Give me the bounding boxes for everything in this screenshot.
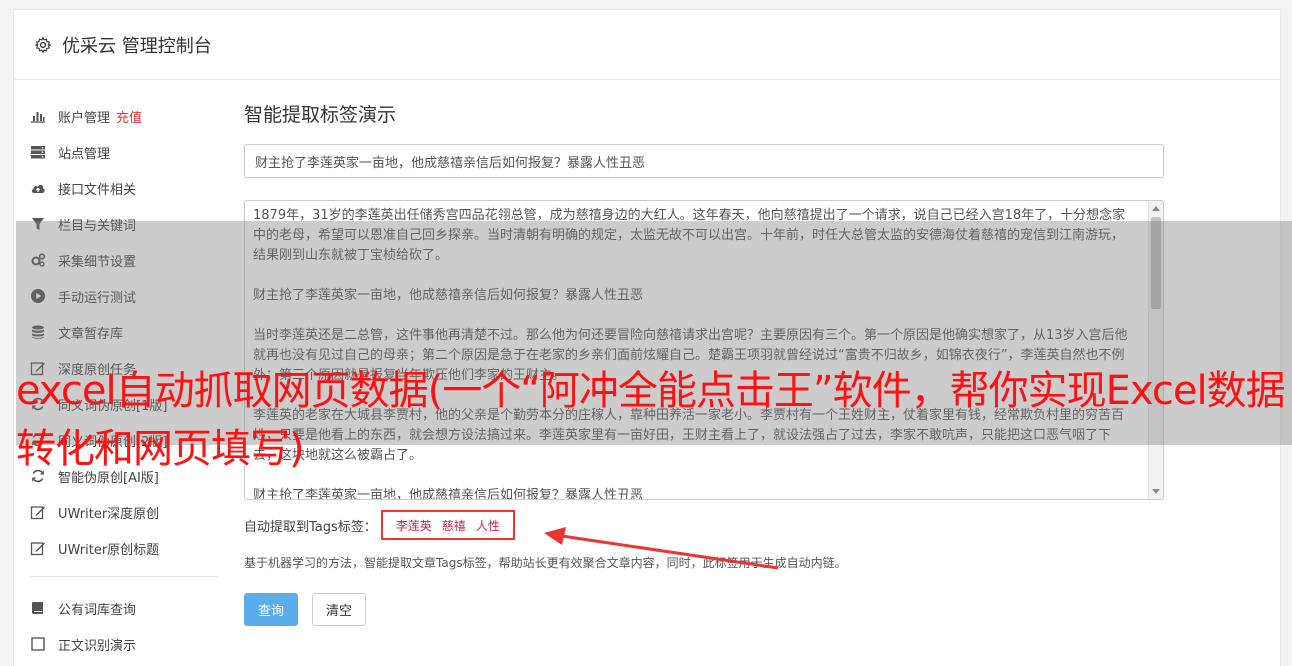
cloud-upload-icon	[31, 184, 45, 193]
sidebar-item-label: 站点管理	[58, 146, 111, 162]
sidebar-item-label: UWriter原创标题	[58, 542, 160, 558]
page-title: 优采云 管理控制台	[62, 35, 212, 57]
bar-chart-icon	[31, 112, 45, 123]
sidebar-item-label: UWriter深度原创	[58, 506, 160, 522]
book-icon	[32, 602, 43, 614]
sidebar-item-interface-files[interactable]: 接口文件相关	[30, 170, 210, 206]
query-button[interactable]: 查询	[244, 593, 298, 626]
section-heading: 智能提取标签演示	[244, 104, 397, 126]
tags-box: 李莲英 慈禧 人性	[380, 510, 515, 540]
gear-icon	[34, 36, 52, 53]
sidebar-item-uwriter-title[interactable]: UWriter原创标题	[30, 530, 210, 566]
sidebar-item-text-recognition[interactable]: 正文识别演示	[30, 626, 210, 662]
sidebar-item-public-lexicon[interactable]: 公有词库查询	[30, 590, 210, 626]
panel-header: 优采云 管理控制台	[14, 10, 1280, 80]
annotation-arrow-icon	[544, 527, 779, 570]
sidebar-item-label: 账户管理	[58, 110, 111, 126]
scroll-up-arrow-icon[interactable]	[1152, 206, 1160, 211]
tag: 人性	[475, 518, 500, 533]
sidebar-item-account[interactable]: 账户管理 充值	[30, 98, 210, 134]
square-icon	[31, 637, 45, 651]
server-icon	[31, 146, 45, 159]
sidebar-item-sites[interactable]: 站点管理	[30, 134, 210, 170]
sidebar-item-uwriter-deep[interactable]: UWriter深度原创	[30, 494, 210, 530]
clear-button[interactable]: 清空	[312, 593, 366, 626]
title-input[interactable]: 财主抢了李莲英家一亩地，他成慈禧亲信后如何报复？暴露人性丑恶	[244, 144, 1164, 178]
sidebar-divider	[30, 576, 218, 577]
edit-icon	[30, 542, 45, 556]
tag: 李莲英	[395, 518, 432, 533]
button-row: 查询 清空	[244, 593, 1164, 626]
content-paragraph: 财主抢了李莲英家一亩地，他成慈禧亲信后如何报复？暴露人性丑恶	[253, 488, 644, 500]
sidebar-item-label: 正文识别演示	[58, 638, 137, 654]
scroll-down-arrow-icon[interactable]	[1152, 489, 1160, 494]
tag: 慈禧	[441, 518, 466, 533]
tags-label: 自动提取到Tags标签：	[244, 519, 377, 535]
overlay-title: excel自动抓取网页数据(一个“阿冲全能点击王”软件，帮你实现Excel数据转…	[16, 368, 1286, 472]
sidebar-item-label: 公有词库查询	[58, 602, 137, 618]
recharge-link[interactable]: 充值	[116, 107, 142, 126]
sidebar-item-label: 接口文件相关	[58, 182, 137, 198]
edit-icon	[30, 506, 45, 520]
